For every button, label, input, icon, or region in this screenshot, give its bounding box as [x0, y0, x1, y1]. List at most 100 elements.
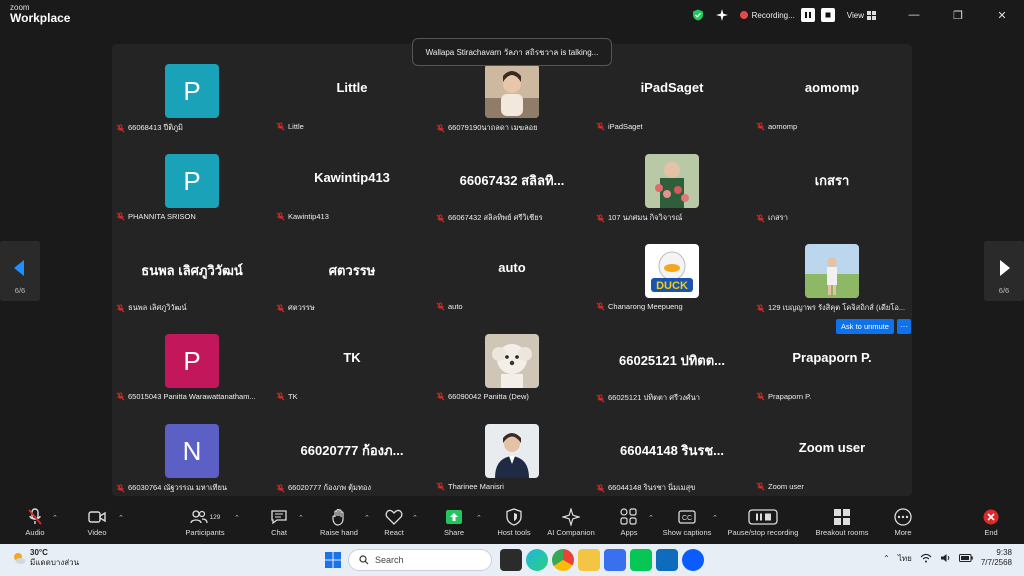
mic-muted-icon [276, 392, 285, 401]
audio-button[interactable]: Audio [0, 506, 70, 544]
participant-tile[interactable]: 129 เบญญาพร รังสิคุต โคจิสถิกส์ (เดียโอ.… [752, 224, 912, 314]
participant-tile[interactable]: 66090042 Panitta (Dew) [432, 314, 592, 404]
taskbar-clock[interactable]: 9:38 7/7/2568 [981, 548, 1012, 569]
participant-tile[interactable]: P PHANNITA SRISON [112, 134, 272, 224]
captions-options-chevron-icon[interactable]: ⌃ [712, 514, 718, 522]
participant-name-label: auto [436, 302, 463, 311]
participant-tile[interactable]: Zoom user Zoom user [752, 404, 912, 494]
mail-icon[interactable] [656, 549, 678, 571]
participants-icon [189, 510, 208, 524]
participant-display-name: Little [336, 80, 368, 95]
participant-name-label: 107 นภศมน กิจวิจารณ์ [596, 212, 682, 224]
shield-check-icon[interactable] [689, 6, 707, 24]
chrome-browser-icon[interactable] [552, 549, 574, 571]
participant-name-label: TK [276, 392, 298, 401]
participant-tile[interactable]: Tharinee Manisri [432, 404, 592, 494]
previous-page-button[interactable]: 6/6 [0, 241, 40, 301]
sparkle-icon[interactable] [713, 6, 731, 24]
participant-tile[interactable]: auto auto [432, 224, 592, 314]
participant-name-label: Tharinee Manisri [436, 482, 504, 491]
participant-tile[interactable]: 66025121 ปทิตต... 66025121 ปทิตตา ศรีวงศ์… [592, 314, 752, 404]
store-icon[interactable] [604, 549, 626, 571]
mic-muted-icon [276, 212, 285, 221]
page-indicator: 6/6 [998, 286, 1010, 295]
mic-muted-icon [596, 122, 605, 131]
participant-name-label: Little [276, 122, 304, 131]
participant-name-label: 66030764 ณัฐวรรณ มหาเทียน [116, 482, 227, 494]
more-options-button[interactable]: ··· [897, 319, 911, 334]
pause-recording-icon[interactable] [800, 8, 815, 22]
end-meeting-button[interactable]: End [956, 506, 1024, 544]
participant-tile[interactable]: 107 นภศมน กิจวิจารณ์ [592, 134, 752, 224]
pause-stop-recording-button[interactable]: Pause/stop recording [718, 506, 808, 544]
minimize-button[interactable]: — [892, 0, 936, 30]
participant-tile[interactable]: N 66030764 ณัฐวรรณ มหาเทียน [112, 404, 272, 494]
participant-tile[interactable]: ธนพล เลิศภูวิวัฒน์ ธนพล เลิศภูวิวัฒน์ [112, 224, 272, 314]
volume-icon [940, 554, 950, 563]
recording-indicator[interactable]: Recording... [739, 8, 835, 22]
taskbar-search[interactable]: Search [348, 549, 492, 571]
participant-tile[interactable]: 66020777 ก้องภ... 66020777 ก้องภพ ตุ้มทอง [272, 404, 432, 494]
file-explorer-icon[interactable] [578, 549, 600, 571]
participant-display-name: ศตวรรษ [328, 263, 376, 278]
participant-tile[interactable]: aomomp aomomp [752, 44, 912, 134]
participant-name-label: 66044148 รินรชา นิ่มเมสุข [596, 482, 695, 494]
more-button[interactable]: More [868, 506, 938, 544]
mic-muted-icon [436, 392, 445, 401]
view-menu-button[interactable]: View [847, 10, 876, 20]
heart-icon [385, 509, 403, 525]
participant-display-name: 66025121 ปทิตต... [619, 353, 725, 368]
grid-icon [867, 10, 876, 20]
task-view-icon[interactable] [500, 549, 522, 571]
participant-tile[interactable]: ศตวรรษ ศตวรรษ [272, 224, 432, 314]
next-page-button[interactable]: 6/6 [984, 241, 1024, 301]
language-indicator[interactable]: ไทย [898, 552, 912, 565]
participant-name-label: 65015043 Panitta Warawattanatham... [116, 392, 256, 401]
participants-button[interactable]: 129 Participants [170, 506, 240, 544]
participant-name-label: iPadSaget [596, 122, 643, 131]
participant-tile[interactable]: Little Little [272, 44, 432, 134]
participant-tile[interactable]: 66067432 สลิลทิ... 66067432 สลิลทิพย์ ศรี… [432, 134, 592, 224]
show-captions-button[interactable]: CC Show captions [652, 506, 722, 544]
stop-recording-icon[interactable] [820, 8, 835, 22]
mic-muted-icon [436, 302, 445, 311]
participant-name-label: 66020777 ก้องภพ ตุ้มทอง [276, 482, 371, 494]
chat-options-chevron-icon[interactable]: ⌃ [298, 514, 304, 522]
participant-name-label: Prapaporn P. [756, 392, 811, 401]
recording-label: Recording... [751, 10, 795, 20]
video-button[interactable]: Video [62, 506, 132, 544]
video-options-chevron-icon[interactable]: ⌃ [118, 514, 124, 522]
mic-muted-icon [756, 392, 765, 401]
sun-cloud-icon [14, 552, 26, 564]
zoom-app-icon[interactable] [682, 549, 704, 571]
participant-tile[interactable]: Kawintip413 Kawintip413 [272, 134, 432, 224]
battery-icon [958, 554, 973, 563]
edge-browser-icon[interactable] [526, 549, 548, 571]
tray-chevron-icon[interactable]: ⌃ [883, 554, 890, 563]
participant-tile[interactable]: 66044148 รินรช... 66044148 รินรชา นิ่มเมส… [592, 404, 752, 494]
line-app-icon[interactable] [630, 549, 652, 571]
participant-tile[interactable]: iPadSaget iPadSaget [592, 44, 752, 134]
weather-widget[interactable]: 30°C มีแดดบางส่วน [12, 548, 79, 567]
restore-button[interactable]: ❐ [936, 0, 980, 30]
participant-tile[interactable]: TK TK [272, 314, 432, 404]
participant-tile[interactable]: เกสรา เกสรา [752, 134, 912, 224]
participant-tile[interactable]: DUCK Chanarong Meepueng [592, 224, 752, 314]
participant-display-name: TK [343, 350, 361, 365]
ask-to-unmute-button[interactable]: Ask to unmute [836, 319, 894, 334]
arrow-right-icon [1000, 260, 1010, 276]
mic-muted-icon [596, 483, 605, 493]
mic-muted-icon [596, 302, 605, 311]
start-button[interactable] [324, 551, 342, 569]
close-button[interactable]: ✕ [980, 0, 1024, 30]
audio-options-chevron-icon[interactable]: ⌃ [52, 514, 58, 522]
participant-tile[interactable]: P 65015043 Panitta Warawattanatham... [112, 314, 272, 404]
participant-avatar: N [165, 424, 219, 478]
gallery-view: P 66068413 ปีติภูมิ Little Little 66079190นา… [112, 44, 912, 496]
participant-tile[interactable]: P 66068413 ปีติภูมิ [112, 44, 272, 134]
mic-muted-icon [116, 483, 125, 493]
react-options-chevron-icon[interactable]: ⌃ [412, 514, 418, 522]
participant-display-name: auto [498, 260, 526, 275]
mic-muted-icon [436, 482, 445, 491]
participants-options-chevron-icon[interactable]: ⌃ [234, 514, 240, 522]
